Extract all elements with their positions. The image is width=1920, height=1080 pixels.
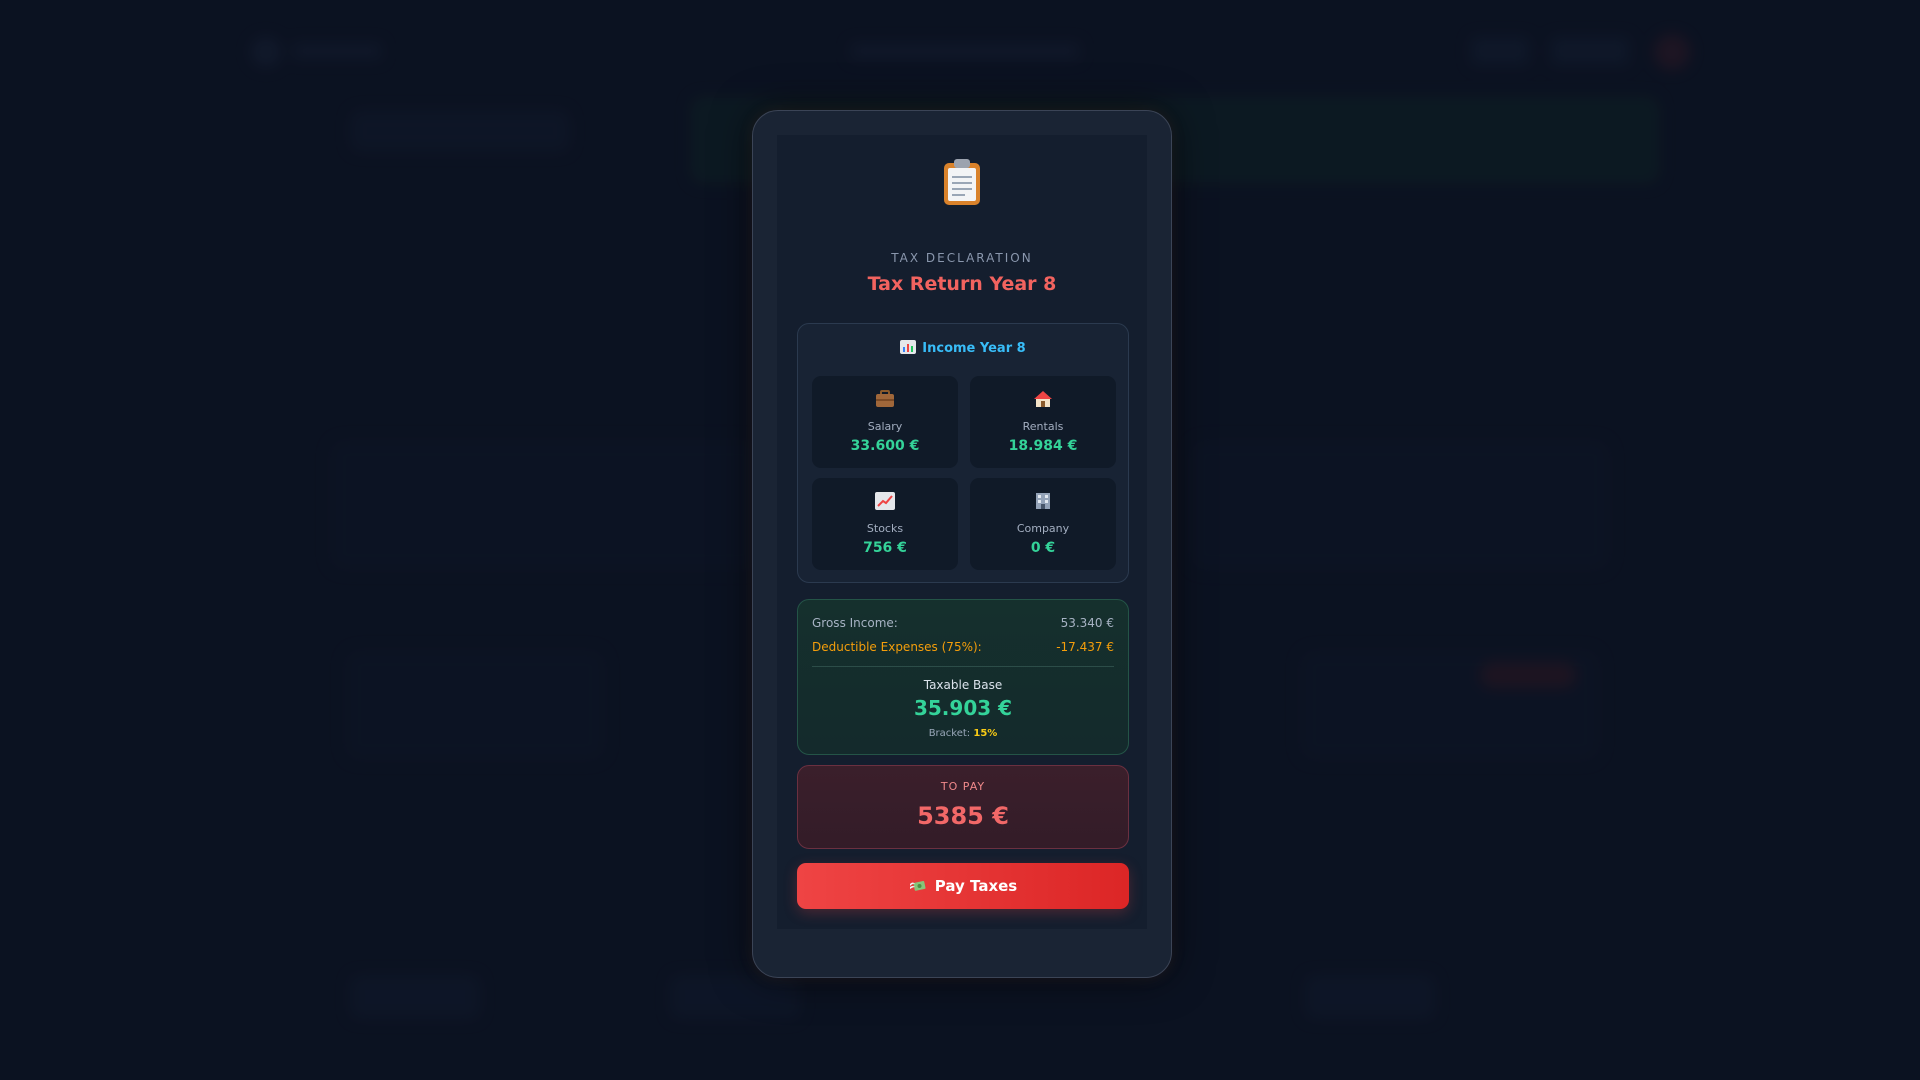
- gross-income-label: Gross Income:: [812, 616, 898, 630]
- income-tile-stocks: Stocks 756 €: [812, 478, 958, 570]
- income-tile-rentals: Rentals 18.984 €: [970, 376, 1116, 468]
- income-heading: Income Year 8: [798, 340, 1128, 356]
- income-section: Income Year 8 Salary 33.600 € Rentals 18…: [797, 323, 1129, 583]
- income-item-value: 756 €: [863, 540, 907, 556]
- income-item-label: Rentals: [1022, 420, 1064, 433]
- income-heading-label: Income Year 8: [922, 341, 1026, 356]
- money-with-wings-icon: [909, 881, 926, 891]
- taxable-base-label: Taxable Base: [923, 678, 1003, 692]
- amount-to-pay-section: TO PAY 5385 €: [797, 765, 1129, 849]
- income-tile-salary: Salary 33.600 €: [812, 376, 958, 468]
- trending-up-icon: [875, 492, 895, 510]
- office-building-icon: [1036, 493, 1050, 509]
- bar-chart-icon: [900, 340, 917, 354]
- taxable-base-value: 35.903 €: [913, 696, 1013, 720]
- house-icon: [1034, 391, 1052, 407]
- income-item-label: Salary: [867, 420, 903, 433]
- tax-bracket-value: 15%: [973, 728, 998, 739]
- income-item-label: Stocks: [866, 522, 904, 535]
- modal-title: Tax Return Year 8: [867, 273, 1057, 295]
- tax-summary-section: Gross Income: 53.340 € Deductible Expens…: [797, 599, 1129, 755]
- deductible-expenses-value: -17.437 €: [1056, 640, 1114, 654]
- summary-divider: [812, 666, 1114, 667]
- tax-bracket-label: Bracket:: [928, 728, 971, 739]
- income-item-value: 18.984 €: [1008, 438, 1078, 454]
- gross-income-value: 53.340 €: [1060, 616, 1114, 630]
- income-item-label: Company: [1016, 522, 1070, 535]
- income-tile-company: Company 0 €: [970, 478, 1116, 570]
- to-pay-amount: 5385 €: [917, 802, 1009, 830]
- income-item-value: 33.600 €: [850, 438, 920, 454]
- clipboard-icon: [944, 159, 980, 205]
- briefcase-icon: [876, 390, 894, 407]
- pay-taxes-label: Pay Taxes: [934, 877, 1018, 895]
- tax-return-modal: TAX DECLARATION Tax Return Year 8 Income…: [752, 110, 1172, 978]
- to-pay-label: TO PAY: [940, 780, 986, 793]
- pay-taxes-button[interactable]: Pay Taxes: [797, 863, 1129, 909]
- modal-header-label: TAX DECLARATION: [891, 251, 1033, 265]
- income-item-value: 0 €: [1030, 540, 1056, 556]
- tax-bracket: Bracket: 15%: [798, 728, 1128, 739]
- deductible-expenses-label: Deductible Expenses (75%):: [812, 640, 982, 654]
